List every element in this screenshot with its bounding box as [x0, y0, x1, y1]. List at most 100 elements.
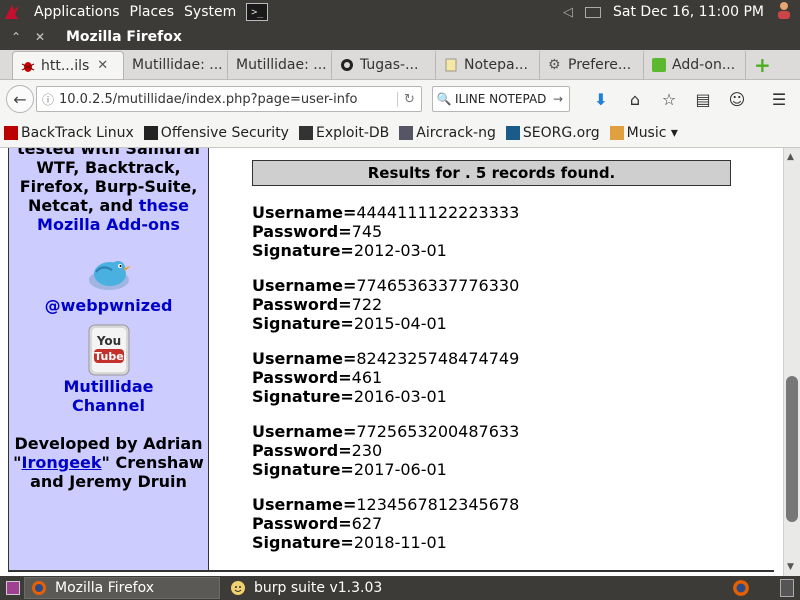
youtube-icon[interactable]: You Tube — [87, 323, 131, 377]
scroll-up-arrow-icon[interactable]: ▲ — [787, 152, 794, 162]
taskbar-label: Mozilla Firefox — [55, 580, 155, 596]
bookmark-offensive-security[interactable]: Offensive Security — [143, 125, 289, 141]
username-value: 7746536337776330 — [356, 276, 520, 295]
sidebar-text-cut: tested with Samurai — [17, 148, 200, 158]
search-bar[interactable]: 🔍 ILINE NOTEPAD → — [432, 86, 570, 112]
these-link[interactable]: these — [139, 196, 189, 215]
taskbar-item-firefox[interactable]: Mozilla Firefox — [24, 577, 220, 599]
tab-mutillidae-1[interactable]: Mutillidae: ... — [124, 51, 228, 79]
taskbar-label: burp suite v1.3.03 — [254, 580, 383, 596]
taskbar-item-burp[interactable]: burp suite v1.3.03 — [224, 577, 388, 599]
tab-addons[interactable]: Add-on... — [644, 51, 746, 79]
navigation-bar: ← ⓘ 10.0.2.5/mutillidae/index.php?page=u… — [0, 80, 800, 118]
bookmark-backtrack[interactable]: BackTrack Linux — [4, 125, 134, 141]
home-icon[interactable]: ⌂ — [618, 90, 652, 109]
search-input[interactable]: ILINE NOTEPAD — [455, 92, 546, 106]
record: Username=1234567812345678 Password=627 S… — [252, 495, 519, 552]
bug-icon — [21, 61, 35, 72]
tab-label: htt...ils — [41, 57, 90, 74]
username-value: 8242325748474749 — [356, 349, 520, 368]
tab-close-icon[interactable]: ✕ — [97, 58, 108, 73]
password-label: Password= — [252, 441, 352, 460]
backtrack-logo-icon[interactable] — [0, 0, 24, 24]
new-tab-button[interactable]: + — [746, 51, 776, 79]
menu-places[interactable]: Places — [130, 4, 175, 20]
tab-label: Add-on... — [672, 57, 736, 73]
top-panel: Applications Places System >_ ◁ Sat Dec … — [0, 0, 800, 24]
record-username: Username=7746536337776330 — [252, 276, 519, 295]
password-value: 461 — [351, 368, 383, 387]
tab-preferences[interactable]: ⚙ Prefere... — [540, 51, 644, 79]
username-label: Username= — [252, 349, 357, 368]
firefox-tray-icon[interactable] — [732, 579, 750, 597]
youtube-channel-link[interactable]: Channel — [9, 396, 208, 415]
url-bar[interactable]: ⓘ 10.0.2.5/mutillidae/index.php?page=use… — [36, 86, 422, 112]
clock-datetime[interactable]: Sat Dec 16, 11:00 PM — [613, 4, 764, 20]
bookmark-folder-music[interactable]: Music ▾ — [609, 125, 678, 141]
sidebar-text: WTF, Backtrack, — [36, 158, 181, 177]
password-value: 722 — [351, 295, 383, 314]
vertical-scrollbar[interactable]: ▲ ▼ — [783, 148, 800, 576]
user-icon[interactable] — [776, 1, 792, 23]
back-button[interactable]: ← — [6, 85, 34, 113]
bookmark-star-icon[interactable]: ☆ — [652, 90, 686, 109]
sidebar-text: Firefox, Burp-Suite, — [19, 177, 198, 196]
plus-icon: + — [754, 53, 771, 77]
url-text[interactable]: 10.0.2.5/mutillidae/index.php?page=user-… — [59, 92, 357, 107]
irongeek-link[interactable]: Irongeek — [22, 453, 102, 472]
tab-mutillidae-2[interactable]: Mutillidae: ... — [228, 51, 332, 79]
username-label: Username= — [252, 422, 357, 441]
mail-icon[interactable] — [585, 6, 602, 18]
bookmark-exploit-db[interactable]: Exploit-DB — [298, 125, 389, 141]
password-label: Password= — [252, 295, 352, 314]
menu-system[interactable]: System — [184, 4, 236, 20]
tab-notepad[interactable]: Notepa... — [436, 51, 540, 79]
burp-icon — [231, 581, 245, 595]
signature-label: Signature= — [252, 533, 354, 552]
bottom-taskbar: Mozilla Firefox burp suite v1.3.03 — [0, 576, 800, 600]
notepad-icon — [445, 58, 457, 72]
bookmark-aircrack[interactable]: Aircrack-ng — [399, 125, 496, 141]
signature-value: 2017-06-01 — [353, 460, 447, 479]
trash-icon[interactable] — [780, 579, 794, 597]
developer-credit: and Jeremy Druin — [30, 472, 187, 491]
download-icon[interactable]: ⬇ — [584, 90, 618, 109]
left-sidebar: tested with Samurai WTF, Backtrack, Fire… — [8, 148, 209, 572]
tab-label: Tugas-... — [360, 57, 419, 73]
scroll-down-arrow-icon[interactable]: ▼ — [787, 562, 794, 572]
record-username: Username=4444111122223333 — [252, 203, 519, 222]
password-label: Password= — [252, 368, 352, 387]
twitter-link[interactable]: @webpwnized — [9, 296, 208, 315]
show-desktop-icon[interactable] — [6, 581, 20, 595]
record-password: Password=627 — [252, 514, 519, 533]
exploit-db-icon — [298, 125, 313, 140]
reload-icon[interactable]: ↻ — [397, 91, 421, 107]
record-signature: Signature=2018-11-01 — [252, 533, 519, 552]
youtube-channel-link[interactable]: Mutillidae — [9, 377, 208, 396]
volume-icon[interactable]: ◁ — [563, 5, 573, 20]
record-password: Password=722 — [252, 295, 519, 314]
record-password: Password=230 — [252, 441, 519, 460]
terminal-icon[interactable]: >_ — [246, 3, 269, 21]
signature-value: 2018-11-01 — [353, 533, 447, 552]
bookmark-seorg[interactable]: SEORG.org — [505, 125, 600, 141]
reading-list-icon[interactable]: ▤ — [686, 90, 720, 109]
scrollbar-thumb[interactable] — [786, 376, 798, 522]
record-username: Username=8242325748474749 — [252, 349, 519, 368]
chat-icon[interactable]: ☺ — [720, 90, 754, 109]
window-close-icon[interactable]: ✕ — [32, 30, 48, 44]
page-bottom-border — [8, 570, 774, 572]
search-go-icon[interactable]: → — [553, 92, 569, 106]
tab-tugas[interactable]: Tugas-... — [332, 51, 436, 79]
hamburger-menu-icon[interactable]: ☰ — [762, 90, 796, 109]
menu-applications[interactable]: Applications — [34, 4, 120, 20]
record: Username=7725653200487633 Password=230 S… — [252, 422, 519, 479]
signature-value: 2012-03-01 — [353, 241, 447, 260]
window-collapse-icon[interactable]: ⌃ — [8, 30, 24, 44]
developer-credit: Developed by Adrian — [14, 434, 203, 453]
bookmarks-bar: BackTrack Linux Offensive Security Explo… — [0, 118, 800, 148]
info-icon[interactable]: ⓘ — [37, 91, 59, 108]
twitter-bird-icon[interactable] — [84, 256, 134, 296]
addons-link[interactable]: Mozilla Add-ons — [9, 215, 208, 234]
tab-user-info[interactable]: htt...ils ✕ — [12, 51, 124, 79]
